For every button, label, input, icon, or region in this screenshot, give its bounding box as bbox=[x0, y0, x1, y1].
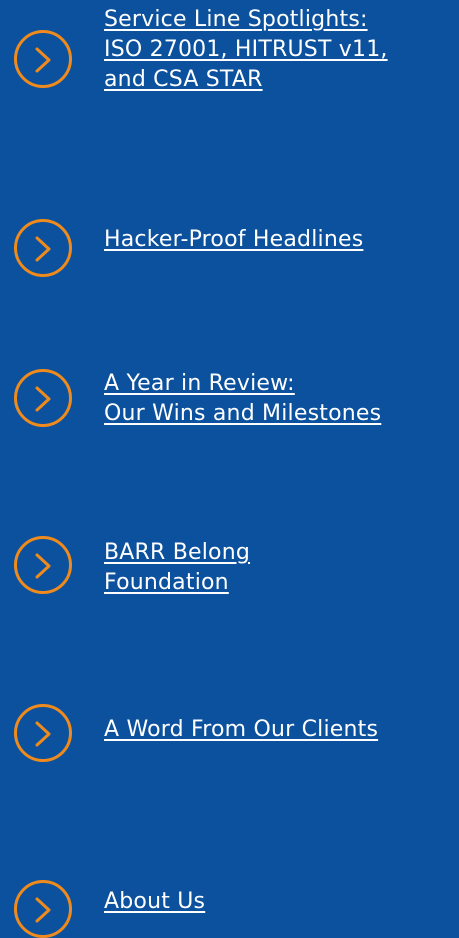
section-link-list: Service Line Spotlights: ISO 27001, HITR… bbox=[0, 0, 459, 938]
link-label-line[interactable]: and CSA STAR bbox=[104, 67, 263, 92]
link-label-line[interactable]: BARR Belong bbox=[104, 540, 250, 565]
chevron-right-circle-icon[interactable] bbox=[14, 30, 72, 88]
link-label[interactable]: A Year in Review: Our Wins and Milestone… bbox=[104, 369, 451, 429]
link-label-line[interactable]: Service Line Spotlights: bbox=[104, 7, 368, 32]
link-label-line[interactable]: ISO 27001, HITRUST v11, bbox=[104, 37, 388, 62]
link-label[interactable]: A Word From Our Clients bbox=[104, 715, 451, 745]
link-label-line[interactable]: Foundation bbox=[104, 570, 229, 595]
link-label[interactable]: Service Line Spotlights: ISO 27001, HITR… bbox=[104, 5, 451, 95]
link-label[interactable]: Hacker-Proof Headlines bbox=[104, 225, 451, 255]
link-label[interactable]: BARR Belong Foundation bbox=[104, 538, 451, 598]
link-label-line[interactable]: A Year in Review: bbox=[104, 371, 295, 396]
link-label-line[interactable]: Hacker-Proof Headlines bbox=[104, 227, 363, 252]
link-label[interactable]: About Us bbox=[104, 887, 451, 917]
link-label-line[interactable]: About Us bbox=[104, 889, 205, 914]
chevron-right-circle-icon[interactable] bbox=[14, 880, 72, 938]
chevron-right-circle-icon[interactable] bbox=[14, 536, 72, 594]
chevron-right-circle-icon[interactable] bbox=[14, 219, 72, 277]
link-label-line[interactable]: A Word From Our Clients bbox=[104, 717, 378, 742]
link-label-line[interactable]: Our Wins and Milestones bbox=[104, 401, 381, 426]
chevron-right-circle-icon[interactable] bbox=[14, 704, 72, 762]
chevron-right-circle-icon[interactable] bbox=[14, 369, 72, 427]
